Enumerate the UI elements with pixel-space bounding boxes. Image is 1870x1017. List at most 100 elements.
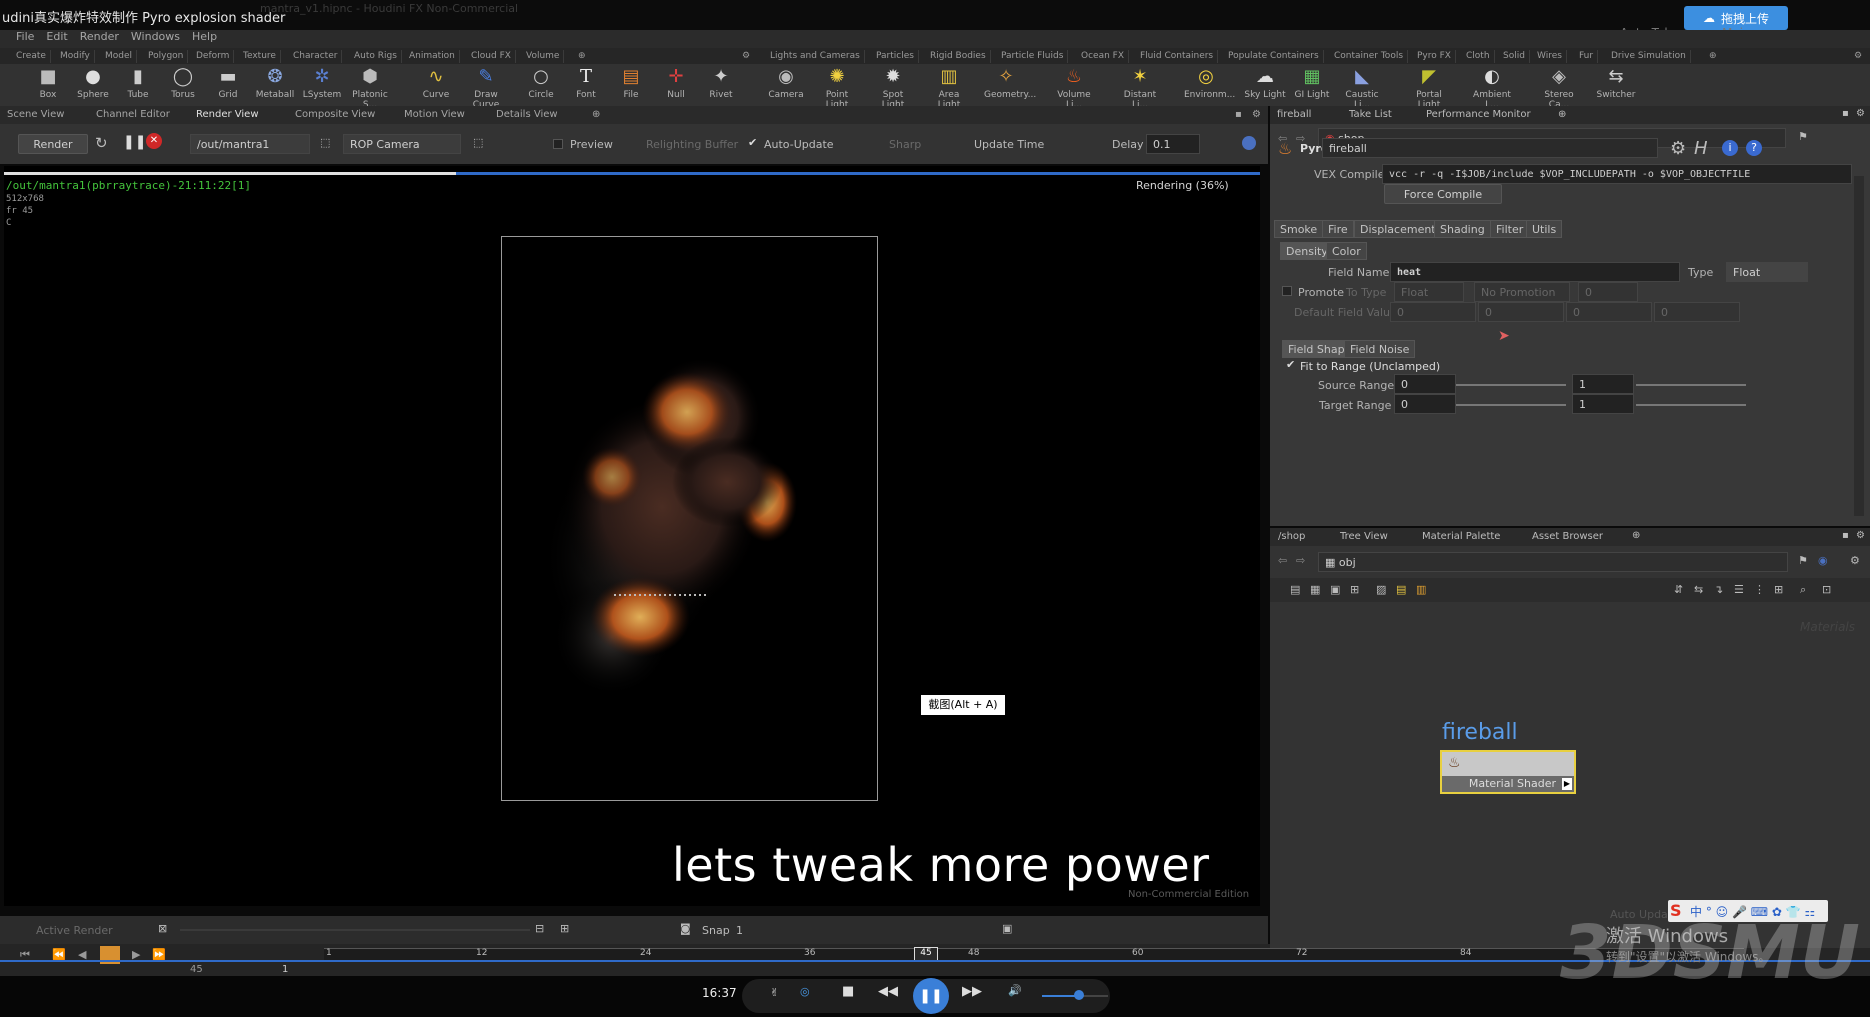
columns-icon[interactable]: ⋮: [1754, 583, 1765, 596]
list-icon[interactable]: ▤: [1290, 583, 1300, 596]
pane-gear-icon[interactable]: ⚙: [1252, 109, 1261, 120]
save-icon[interactable]: ▣: [1330, 583, 1340, 596]
forward-arrow-icon[interactable]: ⇨: [1296, 554, 1305, 567]
shelf-tab[interactable]: Modify: [56, 50, 95, 63]
delay-input[interactable]: 0.1: [1146, 134, 1200, 154]
refresh-icon[interactable]: ↻: [95, 134, 108, 152]
fit-range-check-icon[interactable]: ✔: [1286, 358, 1295, 371]
tool-font[interactable]: T Font: [564, 66, 608, 100]
align-icon[interactable]: ⇆: [1694, 583, 1703, 596]
plus-icon[interactable]: ⊞: [560, 922, 569, 935]
pane-gear-icon[interactable]: ⚙: [1856, 108, 1865, 119]
tool-camera[interactable]: ◉ Camera: [764, 66, 808, 100]
tab-material-palette[interactable]: Material Palette: [1422, 531, 1500, 542]
render-scrubber[interactable]: [180, 929, 530, 931]
fast-forward-icon[interactable]: ▶▶: [962, 984, 982, 999]
tool-grid[interactable]: ▬ Grid: [206, 66, 250, 100]
tool-gi-light[interactable]: ▦ GI Light: [1290, 66, 1334, 100]
tab-performance-monitor[interactable]: Performance Monitor: [1426, 109, 1531, 120]
to-type-select[interactable]: Float: [1394, 282, 1464, 302]
maximize-icon[interactable]: ▪: [1235, 109, 1242, 120]
tab-field-noise[interactable]: Field Noise: [1344, 340, 1416, 358]
menu-windows[interactable]: Windows: [131, 30, 180, 48]
maximize-icon[interactable]: ▪: [1842, 530, 1849, 541]
volume-knob[interactable]: [1074, 990, 1084, 1000]
node-name-input[interactable]: fireball: [1322, 138, 1658, 158]
box-icon[interactable]: ▥: [1416, 583, 1426, 596]
grid-snap-icon[interactable]: ⊞: [1774, 583, 1783, 596]
tool-file[interactable]: ▤ File: [609, 66, 653, 100]
target-max-slider[interactable]: [1636, 404, 1746, 406]
snapshot-icon[interactable]: ▣: [1002, 922, 1012, 935]
info-icon[interactable]: i: [1722, 140, 1738, 156]
shelf-tab[interactable]: Pyro FX: [1413, 50, 1456, 63]
shelf-tab[interactable]: Fluid Containers: [1136, 50, 1219, 63]
tab-take-list[interactable]: Take List: [1349, 109, 1392, 120]
stop-icon[interactable]: ■: [842, 984, 854, 999]
image-icon[interactable]: ▨: [1376, 583, 1386, 596]
tool-metaball[interactable]: ❂ Metaball: [253, 66, 297, 100]
network-gear-icon[interactable]: ⚙: [1850, 554, 1860, 567]
add-tab-icon[interactable]: ⊕: [592, 109, 600, 120]
help-icon[interactable]: [1242, 136, 1256, 150]
default-value-0[interactable]: 0: [1390, 302, 1476, 322]
menu-render[interactable]: Render: [80, 30, 119, 48]
tool-tube[interactable]: ▮ Tube: [116, 66, 160, 100]
tool-area-light[interactable]: ▥ Area Light: [927, 66, 971, 110]
menu-edit[interactable]: Edit: [46, 30, 67, 48]
shelf-tab[interactable]: Texture: [239, 50, 281, 63]
target-range-min[interactable]: 0: [1394, 394, 1456, 414]
promotion-select[interactable]: No Promotion: [1474, 282, 1570, 302]
tool-switcher[interactable]: ⇆ Switcher: [1594, 66, 1638, 100]
tool-distant-light[interactable]: ✶ Distant Li...: [1118, 66, 1162, 110]
tab-motion-view[interactable]: Motion View: [404, 109, 465, 120]
tab-shading[interactable]: Shading: [1434, 220, 1491, 238]
clear-icon[interactable]: ⊠: [158, 922, 167, 935]
pause-button[interactable]: ❚❚: [913, 978, 949, 1014]
relighting-buffer-label[interactable]: Relighting Buffer: [646, 138, 738, 151]
tool-spot-light[interactable]: ✹ Spot Light: [871, 66, 915, 110]
tab-channel-editor[interactable]: Channel Editor: [96, 109, 170, 120]
h-icon[interactable]: H: [1694, 138, 1708, 159]
tool-rivet[interactable]: ✦ Rivet: [699, 66, 743, 100]
tool-geometry-light[interactable]: ✧ Geometry...: [984, 66, 1036, 100]
zoom-icon[interactable]: ⌕: [1800, 583, 1806, 597]
tab-color[interactable]: Color: [1326, 242, 1367, 260]
camera-select[interactable]: ROP Camera: [343, 134, 461, 154]
back-arrow-icon[interactable]: ⇦: [1278, 554, 1287, 567]
shelf-tab[interactable]: Ocean FX: [1077, 50, 1129, 63]
shelf-tab[interactable]: Lights and Cameras: [766, 50, 865, 63]
shelf-tab[interactable]: Cloth: [1462, 50, 1495, 63]
shelf-tab[interactable]: Populate Containers: [1224, 50, 1324, 63]
pause-icon[interactable]: ❚❚: [123, 134, 146, 150]
target-min-slider[interactable]: [1456, 404, 1566, 406]
tab-asset-browser[interactable]: Asset Browser: [1532, 531, 1603, 542]
network-path-field[interactable]: ▦ obj: [1318, 552, 1788, 572]
gear-icon[interactable]: ⚙: [1670, 138, 1686, 159]
render-button[interactable]: Render: [18, 134, 88, 154]
output-driver-select[interactable]: /out/mantra1: [190, 134, 310, 154]
vex-compiler-input[interactable]: vcc -r -q -I$JOB/include $VOP_INCLUDEPAT…: [1382, 164, 1852, 184]
tab-tree-view[interactable]: Tree View: [1340, 531, 1388, 542]
note-icon[interactable]: ▤: [1396, 583, 1406, 596]
tool-box[interactable]: ■ Box: [26, 66, 70, 100]
stop-render-icon[interactable]: ✕: [146, 133, 162, 149]
wire-icon[interactable]: ↴: [1714, 583, 1723, 596]
pin-icon[interactable]: ⚑: [1798, 554, 1808, 567]
source-range-min[interactable]: 0: [1394, 374, 1456, 394]
tool-lsystem[interactable]: ✲ LSystem: [300, 66, 344, 100]
shelf-tab[interactable]: Animation: [405, 50, 460, 63]
shelf-tab[interactable]: Polygon: [144, 50, 189, 63]
active-render-select[interactable]: Active Render: [36, 924, 113, 937]
tool-sky-light[interactable]: ☁ Sky Light: [1243, 66, 1287, 100]
tool-portal-light[interactable]: ◤ Portal Light: [1407, 66, 1451, 110]
tool-point-light[interactable]: ✺ Point Light: [815, 66, 859, 110]
shelf-tab[interactable]: Model: [101, 50, 138, 63]
promote-checkbox[interactable]: [1282, 286, 1292, 296]
target-range-max[interactable]: 1: [1572, 394, 1634, 414]
default-value-3[interactable]: 0: [1654, 302, 1740, 322]
tab-filter[interactable]: Filter: [1490, 220, 1530, 238]
frame-all-icon[interactable]: ⊡: [1822, 583, 1831, 596]
add-tab-icon[interactable]: ⊕: [1632, 530, 1640, 541]
add-tab-icon[interactable]: ⊕: [1558, 109, 1566, 120]
